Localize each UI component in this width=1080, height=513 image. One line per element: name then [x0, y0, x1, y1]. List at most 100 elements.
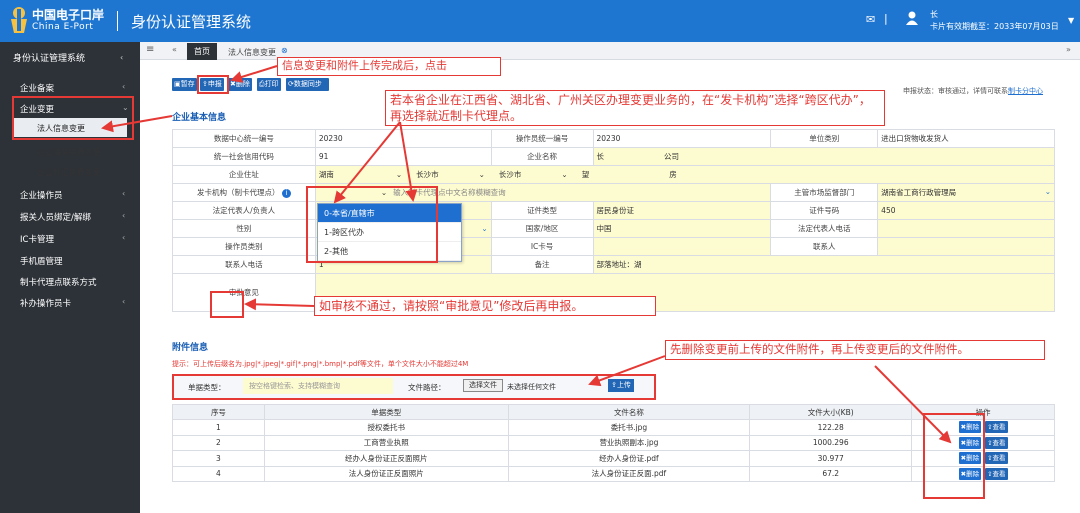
label-gender: 性别 [172, 219, 316, 238]
cell-doc-type: 经办人身份证正反面照片 [263, 450, 509, 467]
label-company-name: 企业名称 [490, 147, 594, 166]
row-view-button[interactable]: ⇪查看 [985, 436, 1008, 449]
highlight-upload-bar [172, 374, 656, 400]
mail-icon[interactable]: ✉ [866, 13, 875, 26]
card-expiry: 卡片有效期截至：2033年07月03日 [930, 22, 1059, 31]
highlight-delete-buttons [923, 413, 985, 499]
chevron-left-icon: ‹ [122, 189, 126, 198]
district-select[interactable]: 长沙市 [499, 170, 522, 179]
section-title-basic: 企业基本信息 [172, 113, 227, 123]
sidebar-item-phone-shield[interactable]: 手机盾管理 [20, 255, 63, 267]
user-menu-chevron-icon[interactable]: ▼ [1068, 16, 1074, 25]
data-sync-button[interactable]: ⟳数据同步 [286, 78, 329, 91]
col-header-file-name: 文件名称 [507, 404, 751, 420]
sidebar-item-ic-card[interactable]: IC卡管理 [20, 233, 54, 245]
tab-prev-icon[interactable]: « [172, 45, 177, 54]
sidebar-item-card-agent-contact[interactable]: 制卡代理点联系方式 [20, 276, 97, 288]
china-eport-logo [11, 7, 27, 33]
sidebar-item-customs-staff[interactable]: 报关人员绑定/解绑 [20, 211, 91, 223]
brand-name-en: China E-Port [32, 22, 94, 32]
id-type-select[interactable]: 居民身份证 [592, 201, 772, 220]
label-contact-phone: 联系人电话 [172, 255, 316, 274]
street-suffix: 房 [669, 170, 677, 179]
highlight-approval [210, 291, 244, 318]
province-select[interactable]: 湖南 [319, 170, 334, 179]
sidebar-item-reissue-card[interactable]: 补办操作员卡 [20, 297, 71, 309]
country-select[interactable]: 中国 [592, 219, 772, 238]
chevron-left-icon: ‹ [122, 233, 126, 242]
chevron-left-icon: ‹ [122, 211, 126, 220]
address-fields[interactable]: 湖南 ⌄ 长沙市 ⌄ 长沙市 ⌄ 望 房 [314, 165, 1056, 184]
remark-input[interactable]: 部落地址：湖 [592, 255, 1055, 274]
brand-name-cn: 中国电子口岸 [32, 8, 105, 22]
tab-legal-person-change[interactable]: 法人信息变更 [228, 47, 276, 58]
label-unit-type: 单位类别 [770, 129, 879, 148]
delete-button[interactable]: ✖删除 [228, 78, 252, 91]
sidebar-item-operators[interactable]: 企业操作员 [20, 189, 63, 201]
chevron-left-icon: ‹ [122, 297, 126, 306]
sidebar-item-forex-qualification[interactable]: 企业外汇资质变更 [37, 167, 101, 178]
label-market-authority: 主管市场监督部门 [770, 183, 879, 202]
row-view-button[interactable]: ⇪查看 [985, 421, 1008, 434]
highlight-apply [197, 75, 229, 94]
label-legal-rep: 法定代表人/负责人 [172, 201, 316, 220]
sidebar-item-enterprise-record[interactable]: 企业备案 [20, 82, 54, 94]
value-data-center-no: 20230 [314, 129, 492, 148]
sidebar-collapse-icon[interactable]: ‹ [120, 53, 123, 62]
street-input[interactable]: 望 [582, 170, 590, 179]
cell-doc-type: 工商营业执照 [263, 434, 509, 451]
cell-index: 2 [172, 434, 265, 451]
highlight-sidebar-change [12, 96, 134, 140]
contact-input[interactable] [877, 237, 1055, 256]
info-icon[interactable]: i [281, 189, 291, 198]
card-center-link[interactable]: 制卡分中心 [1008, 87, 1043, 95]
save-draft-button[interactable]: ▣暂存 [172, 78, 197, 91]
company-name-prefix: 长 [596, 152, 605, 161]
sidebar-item-customs-qualification[interactable]: 企业海关资质变更 [37, 147, 101, 158]
label-operator-type: 操作员类别 [172, 237, 316, 256]
issuing-agency-label: 发卡机构（制卡代理点） [196, 188, 280, 197]
section-title-attach: 附件信息 [172, 343, 209, 353]
col-header-file-size: 文件大小(KB) [749, 404, 913, 420]
print-button[interactable]: ⎙打印 [257, 78, 281, 91]
cell-file-size: 1000.296 [749, 434, 913, 451]
user-name: 长 [930, 10, 938, 19]
value-operator-no: 20230 [592, 129, 772, 148]
legal-rep-phone-input[interactable] [877, 219, 1055, 238]
market-authority-select[interactable]: 湖南省工商行政管理局 ⌄ [877, 183, 1055, 202]
id-number-input[interactable]: 450 [877, 201, 1055, 220]
ic-card-input[interactable] [592, 237, 772, 256]
value-credit-code: 91 [314, 147, 492, 166]
col-header-index: 序号 [172, 404, 265, 420]
row-view-button[interactable]: ⇪查看 [985, 452, 1008, 465]
cell-doc-type: 授权委托书 [263, 419, 509, 436]
row-view-button[interactable]: ⇪查看 [985, 467, 1008, 480]
tab-close-icon[interactable]: ⊗ [281, 46, 288, 55]
review-status: 申报状态：审核通过，详情可联系制卡分中心 [903, 86, 1043, 96]
cell-doc-type: 法人身份证正反面照片 [263, 465, 509, 482]
value-unit-type: 进出口货物收发货人 [877, 129, 1055, 148]
annotation-approval: 如审核不通过，请按照“审批意见”修改后再申报。 [314, 296, 656, 317]
cell-index: 3 [172, 450, 265, 467]
label-issuing-agency: 发卡机构（制卡代理点） i [172, 183, 316, 202]
label-credit-code: 统一社会信用代码 [172, 147, 316, 166]
label-operator-no: 操作员统一编号 [490, 129, 594, 148]
tab-home[interactable]: 首页 [187, 43, 217, 60]
menu-toggle-icon[interactable]: ≡ [146, 44, 154, 55]
view-label: 查看 [992, 423, 1006, 432]
user-icon[interactable] [906, 11, 918, 25]
market-authority-value: 湖南省工商行政管理局 [881, 188, 957, 197]
highlight-agency-dropdown [306, 186, 438, 263]
view-label: 查看 [992, 454, 1006, 463]
tab-next-icon[interactable]: » [1066, 45, 1071, 54]
enterprise-basic-form: 数据中心统一编号 20230 操作员统一编号 20230 单位类别 进出口货物收… [172, 129, 1056, 312]
annotation-delete-first: 先删除变更前上传的文件附件，再上传变更后的文件附件。 [665, 340, 1045, 360]
view-label: 查看 [992, 438, 1006, 447]
header-divider [117, 11, 118, 31]
cell-file-size: 122.28 [749, 419, 913, 436]
label-remark: 备注 [490, 255, 594, 274]
label-legal-rep-phone: 法定代表人电话 [770, 219, 879, 238]
company-name-field[interactable]: 长 公司 [592, 147, 1055, 166]
delete-label: 删除 [235, 80, 250, 88]
city-select[interactable]: 长沙市 [416, 170, 439, 179]
